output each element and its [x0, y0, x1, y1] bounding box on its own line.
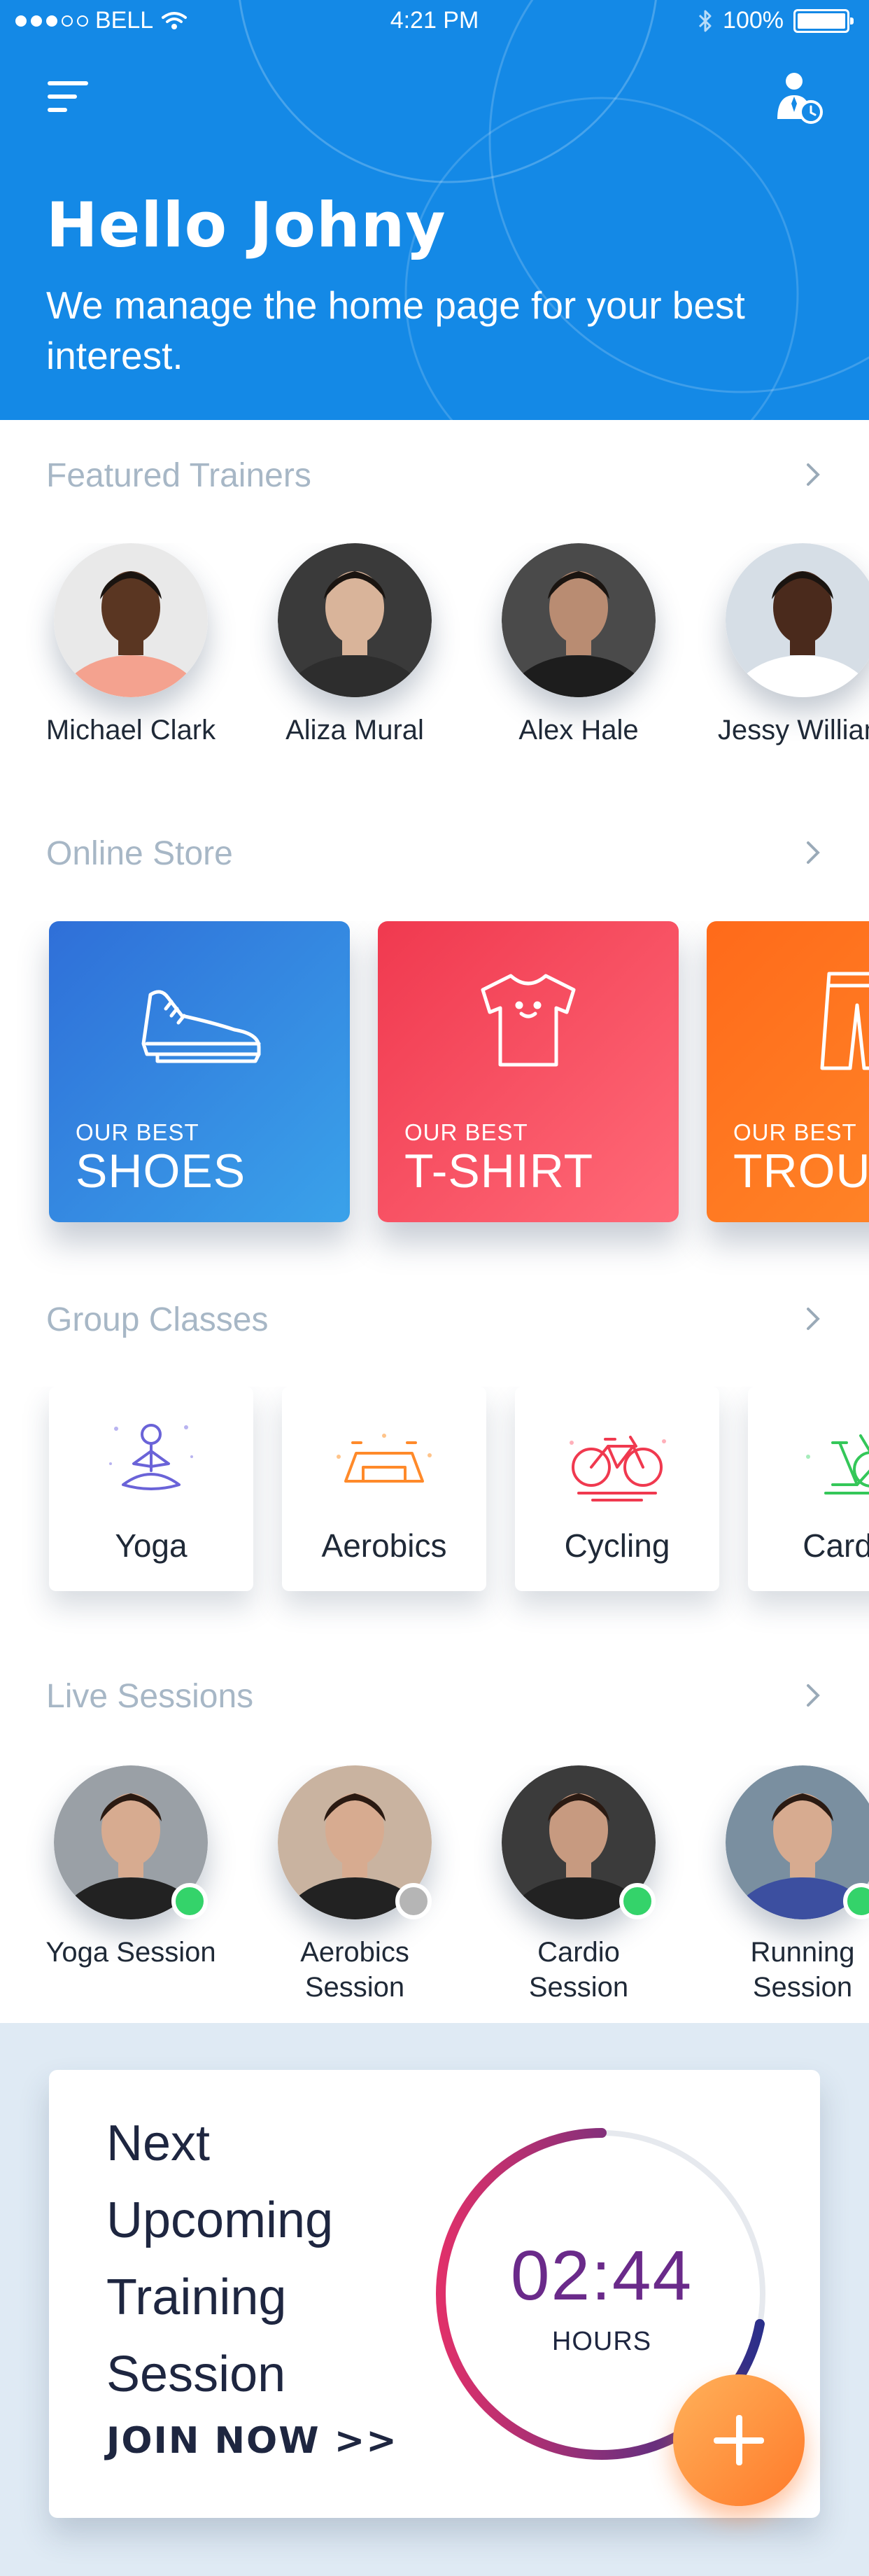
step-platform-icon — [282, 1415, 486, 1506]
session-name: Aerobics Session — [300, 1937, 409, 2003]
hamburger-menu-icon[interactable] — [48, 76, 91, 118]
chevron-right-icon[interactable] — [799, 459, 827, 490]
trousers-icon — [707, 956, 869, 1082]
bicycle-icon — [515, 1415, 719, 1506]
greeting-subtitle: We manage the home page for your best in… — [46, 284, 745, 377]
chevron-right-icon[interactable] — [799, 1303, 827, 1334]
trainer-clock-icon[interactable] — [773, 70, 824, 125]
trainer-avatar[interactable] — [502, 543, 656, 697]
class-card-cycling[interactable]: Cycling — [515, 1387, 719, 1591]
section-title: Featured Trainers — [46, 457, 311, 494]
live-sessions-carousel[interactable]: Yoga Session Aerobics Session Cardio Session… — [0, 1765, 869, 2017]
join-now-button[interactable]: JOIN NOW >> — [106, 2420, 398, 2462]
session-name: Yoga Session — [45, 1937, 216, 1968]
online-status-dot — [171, 1883, 208, 1919]
exercise-bike-icon — [748, 1415, 869, 1506]
section-header-trainers[interactable]: Featured Trainers — [46, 448, 823, 504]
trainers-carousel[interactable]: Michael Clark Aliza Mural Alex Hale Jessy W… — [0, 543, 869, 774]
tshirt-icon — [378, 956, 679, 1082]
class-label: Cardio — [803, 1527, 869, 1564]
section-header-live[interactable]: Live Sessions — [46, 1669, 823, 1725]
store-card-kicker: OUR BEST — [76, 1119, 199, 1145]
classes-carousel[interactable]: Yoga Aerobics Cycling Cardio — [0, 1387, 869, 1653]
chevron-right-icon[interactable] — [799, 1680, 827, 1711]
add-button[interactable] — [673, 2374, 805, 2506]
section-title: Group Classes — [46, 1301, 269, 1338]
store-card-shoes[interactable]: OUR BEST SHOES — [49, 921, 350, 1222]
store-card-kicker: OUR BEST — [733, 1119, 857, 1145]
store-carousel[interactable]: OUR BEST SHOES OUR BEST T-SHIRT OUR BEST TROU… — [0, 921, 869, 1285]
class-card-yoga[interactable]: Yoga — [49, 1387, 253, 1591]
chevron-right-icon[interactable] — [799, 837, 827, 868]
store-card-trousers[interactable]: OUR BESTTROUSERS — [707, 921, 869, 1222]
session-name: Cardio Session — [528, 1937, 629, 2003]
class-label: Aerobics — [321, 1527, 447, 1564]
class-label: Yoga — [115, 1527, 188, 1564]
store-card-title: T-SHIRT — [404, 1144, 594, 1198]
next-session-title: Next Upcoming Training Session — [106, 2115, 334, 2402]
session-name: Running Session — [750, 1937, 855, 2003]
section-header-classes[interactable]: Group Classes — [46, 1292, 823, 1348]
store-card-title: SHOES — [76, 1144, 246, 1198]
store-card-t-shirt[interactable]: OUR BEST T-SHIRT — [378, 921, 679, 1222]
trainer-avatar[interactable] — [278, 543, 432, 697]
class-card-cardio[interactable]: Cardio — [748, 1387, 869, 1591]
trainer-name: Aliza Mural — [285, 715, 424, 746]
sneaker-icon — [49, 956, 350, 1082]
battery-icon — [793, 8, 854, 33]
section-header-store[interactable]: Online Store — [46, 826, 823, 882]
trainer-avatar[interactable] — [726, 543, 869, 697]
countdown-unit: HOURS — [551, 2327, 652, 2356]
countdown-value: 02:44 — [510, 2236, 693, 2315]
yoga-pose-icon — [49, 1415, 253, 1506]
battery-percent: 100% — [723, 7, 784, 34]
store-card-title: TROUSERS — [733, 1144, 869, 1198]
section-title: Online Store — [46, 835, 233, 872]
status-bar: BELL 4:21 PM 100% — [0, 0, 869, 43]
online-status-dot — [619, 1883, 656, 1919]
trainer-name: Jessy William — [717, 715, 869, 746]
trainer-name: Michael Clark — [45, 715, 216, 746]
section-title: Live Sessions — [46, 1678, 254, 1715]
offline-status-dot — [395, 1883, 432, 1919]
greeting-title: Hello Johny — [46, 189, 446, 261]
hero-header: BELL 4:21 PM 100% Hello Johny We manage … — [0, 0, 869, 420]
trainer-name: Alex Hale — [518, 715, 639, 746]
class-card-aerobics[interactable]: Aerobics — [282, 1387, 486, 1591]
store-card-kicker: OUR BEST — [404, 1119, 528, 1145]
bluetooth-icon — [698, 10, 712, 31]
online-status-dot — [843, 1883, 869, 1919]
class-label: Cycling — [564, 1527, 670, 1564]
trainer-avatar[interactable] — [54, 543, 208, 697]
